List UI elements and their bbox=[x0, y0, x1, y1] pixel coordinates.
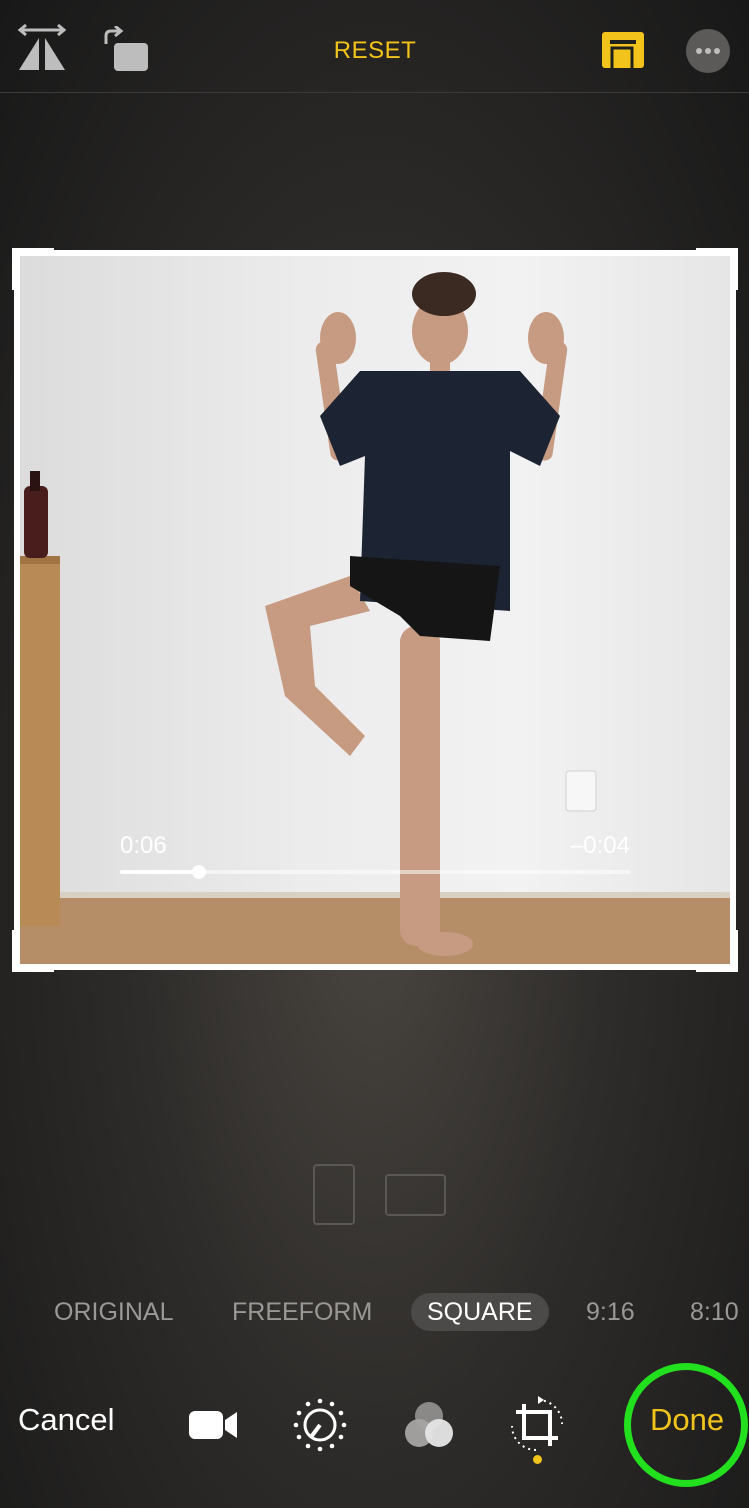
crop-rotate-icon[interactable] bbox=[508, 1396, 566, 1454]
adjust-dial-icon[interactable] bbox=[292, 1397, 348, 1453]
video-preview: 0:06 –0:04 bbox=[20, 256, 730, 964]
remaining-time: –0:04 bbox=[569, 832, 630, 859]
landscape-orientation-icon[interactable] bbox=[385, 1174, 446, 1216]
aspect-original[interactable]: ORIGINAL bbox=[54, 1293, 173, 1331]
aspect-9-16[interactable]: 9:16 bbox=[586, 1293, 635, 1331]
crop-handle-bottom-left[interactable] bbox=[12, 930, 54, 972]
video-crop-frame[interactable]: 0:06 –0:04 bbox=[12, 248, 738, 972]
reset-button[interactable]: RESET bbox=[300, 30, 450, 72]
rotate-icon[interactable] bbox=[100, 26, 150, 72]
top-toolbar: RESET bbox=[0, 0, 749, 93]
video-camera-icon[interactable] bbox=[188, 1408, 238, 1442]
elapsed-time: 0:06 bbox=[120, 832, 167, 859]
scrubber-progress bbox=[120, 870, 200, 874]
video-scrubber[interactable] bbox=[120, 865, 630, 879]
crop-handle-top-left[interactable] bbox=[12, 248, 54, 290]
top-divider bbox=[0, 92, 749, 93]
aspect-8-10[interactable]: 8:10 bbox=[690, 1293, 739, 1331]
aspect-freeform[interactable]: FREEFORM bbox=[232, 1293, 372, 1331]
cancel-button[interactable]: Cancel bbox=[18, 1402, 115, 1438]
crop-handle-top-right[interactable] bbox=[696, 248, 738, 290]
crop-handle-bottom-right[interactable] bbox=[696, 930, 738, 972]
aspect-square[interactable]: SQUARE bbox=[411, 1293, 549, 1331]
active-tool-indicator bbox=[533, 1455, 542, 1464]
aspect-ratio-icon[interactable] bbox=[602, 32, 644, 68]
scrubber-handle[interactable] bbox=[192, 865, 207, 879]
filters-icon[interactable] bbox=[402, 1400, 456, 1450]
done-highlight-circle bbox=[624, 1363, 748, 1487]
flip-horizontal-icon[interactable] bbox=[16, 24, 68, 74]
more-options-icon[interactable] bbox=[686, 29, 730, 73]
portrait-orientation-icon[interactable] bbox=[313, 1164, 355, 1225]
